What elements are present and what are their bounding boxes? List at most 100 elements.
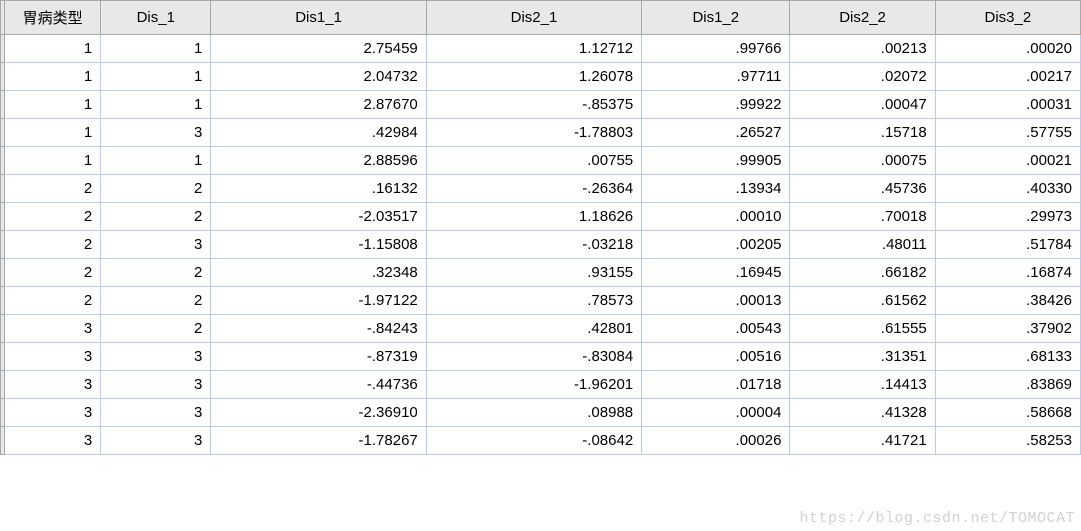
cell-c0[interactable]: 3: [5, 371, 101, 399]
cell-c4[interactable]: .99766: [642, 35, 790, 63]
cell-c3[interactable]: .42801: [426, 315, 641, 343]
cell-c2[interactable]: -1.78267: [211, 427, 426, 455]
column-header-c2[interactable]: Dis1_1: [211, 1, 426, 35]
cell-c3[interactable]: 1.12712: [426, 35, 641, 63]
cell-c4[interactable]: .00013: [642, 287, 790, 315]
cell-c6[interactable]: .58668: [935, 399, 1080, 427]
cell-c2[interactable]: -.87319: [211, 343, 426, 371]
cell-c5[interactable]: .70018: [790, 203, 935, 231]
cell-c5[interactable]: .31351: [790, 343, 935, 371]
cell-c1[interactable]: 3: [101, 119, 211, 147]
cell-c3[interactable]: -.08642: [426, 427, 641, 455]
cell-c2[interactable]: 2.87670: [211, 91, 426, 119]
column-header-c6[interactable]: Dis3_2: [935, 1, 1080, 35]
cell-c0[interactable]: 2: [5, 259, 101, 287]
cell-c6[interactable]: .00020: [935, 35, 1080, 63]
cell-c1[interactable]: 3: [101, 427, 211, 455]
cell-c1[interactable]: 2: [101, 315, 211, 343]
cell-c1[interactable]: 3: [101, 371, 211, 399]
cell-c3[interactable]: .78573: [426, 287, 641, 315]
cell-c5[interactable]: .14413: [790, 371, 935, 399]
cell-c0[interactable]: 1: [5, 35, 101, 63]
cell-c6[interactable]: .68133: [935, 343, 1080, 371]
cell-c3[interactable]: 1.18626: [426, 203, 641, 231]
cell-c2[interactable]: -.44736: [211, 371, 426, 399]
cell-c1[interactable]: 1: [101, 35, 211, 63]
cell-c4[interactable]: .00004: [642, 399, 790, 427]
cell-c0[interactable]: 3: [5, 427, 101, 455]
cell-c5[interactable]: .41721: [790, 427, 935, 455]
cell-c2[interactable]: .16132: [211, 175, 426, 203]
cell-c3[interactable]: -.83084: [426, 343, 641, 371]
cell-c3[interactable]: 1.26078: [426, 63, 641, 91]
cell-c6[interactable]: .00031: [935, 91, 1080, 119]
cell-c6[interactable]: .83869: [935, 371, 1080, 399]
cell-c4[interactable]: .99922: [642, 91, 790, 119]
column-header-c1[interactable]: Dis_1: [101, 1, 211, 35]
cell-c4[interactable]: .01718: [642, 371, 790, 399]
cell-c4[interactable]: .00026: [642, 427, 790, 455]
cell-c2[interactable]: 2.04732: [211, 63, 426, 91]
cell-c1[interactable]: 1: [101, 63, 211, 91]
cell-c0[interactable]: 1: [5, 147, 101, 175]
cell-c0[interactable]: 3: [5, 315, 101, 343]
cell-c6[interactable]: .38426: [935, 287, 1080, 315]
cell-c6[interactable]: .16874: [935, 259, 1080, 287]
cell-c1[interactable]: 3: [101, 343, 211, 371]
cell-c2[interactable]: -2.03517: [211, 203, 426, 231]
cell-c5[interactable]: .00075: [790, 147, 935, 175]
cell-c1[interactable]: 2: [101, 287, 211, 315]
cell-c6[interactable]: .00217: [935, 63, 1080, 91]
cell-c6[interactable]: .40330: [935, 175, 1080, 203]
cell-c4[interactable]: .00543: [642, 315, 790, 343]
cell-c6[interactable]: .51784: [935, 231, 1080, 259]
cell-c2[interactable]: -1.15808: [211, 231, 426, 259]
cell-c4[interactable]: .16945: [642, 259, 790, 287]
cell-c5[interactable]: .02072: [790, 63, 935, 91]
cell-c2[interactable]: .32348: [211, 259, 426, 287]
cell-c1[interactable]: 1: [101, 147, 211, 175]
cell-c3[interactable]: -.03218: [426, 231, 641, 259]
cell-c5[interactable]: .61555: [790, 315, 935, 343]
column-header-c5[interactable]: Dis2_2: [790, 1, 935, 35]
cell-c3[interactable]: .93155: [426, 259, 641, 287]
cell-c5[interactable]: .41328: [790, 399, 935, 427]
cell-c4[interactable]: .00516: [642, 343, 790, 371]
cell-c5[interactable]: .61562: [790, 287, 935, 315]
cell-c5[interactable]: .66182: [790, 259, 935, 287]
cell-c6[interactable]: .29973: [935, 203, 1080, 231]
cell-c3[interactable]: -.85375: [426, 91, 641, 119]
cell-c0[interactable]: 3: [5, 343, 101, 371]
cell-c6[interactable]: .58253: [935, 427, 1080, 455]
cell-c1[interactable]: 3: [101, 399, 211, 427]
cell-c3[interactable]: -.26364: [426, 175, 641, 203]
cell-c4[interactable]: .00205: [642, 231, 790, 259]
cell-c3[interactable]: -1.78803: [426, 119, 641, 147]
cell-c0[interactable]: 1: [5, 91, 101, 119]
cell-c3[interactable]: -1.96201: [426, 371, 641, 399]
cell-c3[interactable]: .08988: [426, 399, 641, 427]
cell-c4[interactable]: .97711: [642, 63, 790, 91]
cell-c2[interactable]: -.84243: [211, 315, 426, 343]
cell-c0[interactable]: 2: [5, 175, 101, 203]
cell-c1[interactable]: 3: [101, 231, 211, 259]
cell-c1[interactable]: 2: [101, 203, 211, 231]
cell-c2[interactable]: 2.75459: [211, 35, 426, 63]
cell-c2[interactable]: -2.36910: [211, 399, 426, 427]
cell-c2[interactable]: -1.97122: [211, 287, 426, 315]
cell-c5[interactable]: .48011: [790, 231, 935, 259]
cell-c4[interactable]: .13934: [642, 175, 790, 203]
cell-c5[interactable]: .00047: [790, 91, 935, 119]
cell-c0[interactable]: 3: [5, 399, 101, 427]
cell-c2[interactable]: 2.88596: [211, 147, 426, 175]
cell-c6[interactable]: .57755: [935, 119, 1080, 147]
cell-c3[interactable]: .00755: [426, 147, 641, 175]
cell-c5[interactable]: .00213: [790, 35, 935, 63]
cell-c1[interactable]: 2: [101, 175, 211, 203]
cell-c6[interactable]: .00021: [935, 147, 1080, 175]
cell-c4[interactable]: .99905: [642, 147, 790, 175]
cell-c0[interactable]: 1: [5, 119, 101, 147]
cell-c0[interactable]: 1: [5, 63, 101, 91]
cell-c5[interactable]: .15718: [790, 119, 935, 147]
cell-c2[interactable]: .42984: [211, 119, 426, 147]
